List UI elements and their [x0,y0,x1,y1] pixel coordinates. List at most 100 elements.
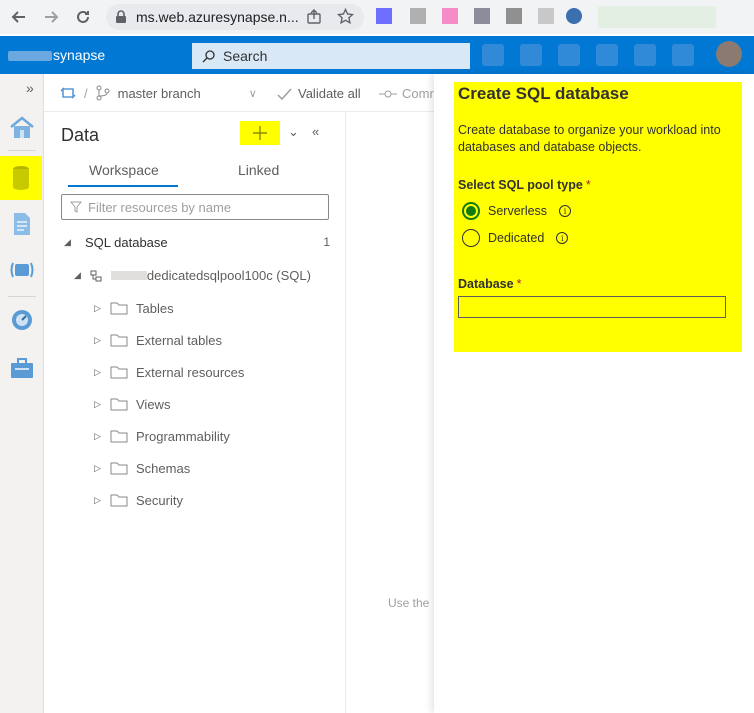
data-explorer-panel: Data ⌄ « Workspace Linked Filter resourc… [44,112,346,713]
flyout-title: Create SQL database [458,84,629,103]
branch-icon [96,85,110,101]
radio-unselected-icon[interactable] [462,229,480,247]
share-icon[interactable] [306,9,322,25]
pool-type-label: Select SQL pool type * [458,178,591,192]
app-header: synapse Search [0,36,754,74]
flyout-description: Create database to organize your workloa… [458,123,721,154]
database-icon [13,166,29,190]
extension-icon[interactable] [410,8,426,24]
radio-label: Dedicated [488,231,545,245]
filter-icon [70,201,82,213]
tree-item-views[interactable]: ▷ Views [94,394,170,414]
home-nav-item[interactable] [0,106,44,150]
extension-icon[interactable] [538,8,554,24]
caret-collapsed-icon[interactable]: ▷ [94,463,110,474]
caret-expanded-icon[interactable]: ◢ [74,270,81,281]
browser-toolbar: ms.web.azuresynapse.n... [0,0,754,34]
caret-collapsed-icon[interactable]: ▷ [94,303,110,314]
tree-item-external-tables[interactable]: ▷ External tables [94,330,222,350]
profile-chip[interactable] [598,6,716,28]
folder-icon [110,398,128,411]
tree-item-schemas[interactable]: ▷ Schemas [94,458,190,478]
extension-icon[interactable] [566,8,582,24]
database-schema-icon [90,270,102,281]
extension-icon[interactable] [376,8,392,24]
info-icon[interactable]: i [556,232,569,244]
chevron-down-icon[interactable]: ∨ [249,87,257,100]
manage-nav-item[interactable] [0,346,44,390]
chevron-down-icon[interactable]: ⌄ [288,124,299,140]
tab-linked[interactable]: Linked [238,162,279,178]
search-icon [202,49,215,62]
reload-icon[interactable] [72,6,94,28]
header-icon[interactable] [520,44,542,66]
header-icon[interactable] [482,44,504,66]
collapse-panel-icon[interactable]: « [312,124,319,139]
header-icon[interactable] [558,44,580,66]
pipeline-icon [10,262,34,278]
add-new-resource-button[interactable] [240,121,280,145]
caret-collapsed-icon[interactable]: ▷ [94,431,110,442]
required-mark: * [585,178,591,192]
plus-icon [253,126,267,140]
caret-collapsed-icon[interactable]: ▷ [94,335,110,346]
avatar[interactable] [716,41,742,67]
folder-icon [110,334,128,347]
radio-serverless[interactable]: Serverless i [462,202,572,220]
commit-icon [379,90,397,97]
extension-icon[interactable] [442,8,458,24]
extension-icon[interactable] [506,8,522,24]
develop-nav-item[interactable] [0,202,44,246]
lock-icon [116,10,126,23]
tree-item-external-resources[interactable]: ▷ External resources [94,362,244,382]
filter-resources-input[interactable]: Filter resources by name [61,194,329,220]
forward-icon[interactable] [40,6,62,28]
home-icon [10,116,34,138]
tab-workspace[interactable]: Workspace [89,162,159,178]
caret-collapsed-icon[interactable]: ▷ [94,495,110,506]
address-bar[interactable]: ms.web.azuresynapse.n... [106,4,364,30]
section-count: 1 [323,235,330,249]
extension-icon[interactable] [474,8,490,24]
info-icon[interactable]: i [559,205,572,217]
header-icon[interactable] [596,44,618,66]
active-tab-indicator [68,185,178,187]
bookmark-star-icon[interactable] [337,8,354,25]
caret-collapsed-icon[interactable]: ▷ [94,399,110,410]
database-label: Database * [458,277,522,291]
search-box[interactable]: Search [192,43,470,69]
app-brand[interactable]: synapse [8,47,105,63]
required-mark: * [516,277,522,291]
search-label: Search [223,48,268,64]
radio-selected-icon[interactable] [462,202,480,220]
commit-button[interactable]: Comr [402,86,434,101]
monitor-nav-item[interactable] [0,298,44,342]
header-icon[interactable] [634,44,656,66]
gauge-icon [12,310,32,330]
url-text: ms.web.azuresynapse.n... [136,9,299,25]
folder-icon [110,494,128,507]
caret-collapsed-icon[interactable]: ▷ [94,367,110,378]
panel-tabs: Workspace Linked [68,156,330,188]
expand-rail-icon[interactable]: » [26,80,34,96]
sql-pool-item[interactable]: ◢ dedicatedsqlpool100c (SQL) [74,268,311,283]
branch-selector[interactable]: master branch [118,86,201,101]
tree-item-security[interactable]: ▷ Security [94,490,183,510]
caret-expanded-icon[interactable]: ◢ [64,237,71,248]
tree-item-tables[interactable]: ▷ Tables [94,298,174,318]
tree-item-programmability[interactable]: ▷ Programmability [94,426,230,446]
header-icon[interactable] [672,44,694,66]
back-icon[interactable] [8,6,30,28]
toolbox-icon [11,358,33,378]
data-nav-item[interactable] [0,156,42,200]
database-name-input[interactable] [458,296,726,318]
filter-placeholder: Filter resources by name [88,199,232,215]
radio-dedicated[interactable]: Dedicated i [462,229,569,247]
validate-all-button[interactable]: Validate all [298,86,361,101]
integrate-nav-item[interactable] [0,248,44,292]
repo-icon[interactable] [60,85,76,101]
create-sql-database-flyout: Create SQL database Create database to o… [434,74,754,713]
document-icon [14,213,30,235]
panel-title: Data [61,125,100,145]
folder-icon [110,302,128,315]
